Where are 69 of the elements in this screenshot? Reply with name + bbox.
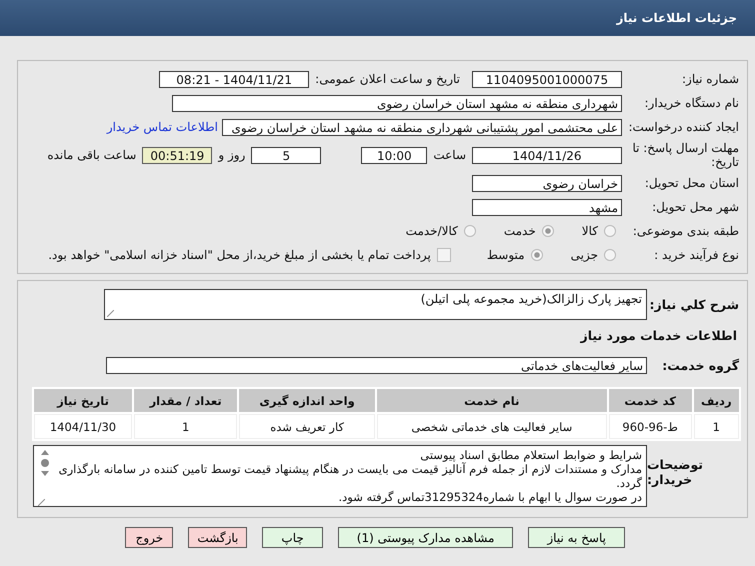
table-cell: 1404/11/30 [34, 414, 132, 439]
action-button[interactable]: بازگشت [188, 527, 248, 548]
page-title: جزئیات اطلاعات نیاز [616, 11, 737, 25]
radio-button[interactable] [530, 249, 543, 261]
description-textarea[interactable] [33, 445, 647, 507]
description-line: شرایط و ضوابط استعلام مطابق اسناد پیوستی [419, 448, 642, 462]
field-label: شماره نیاز: [681, 72, 740, 86]
text-field[interactable]: مشهد [472, 198, 622, 216]
contact-link[interactable]: اطلاعات تماس خریدار [106, 120, 218, 134]
table-cell: ط-96-960 [608, 414, 692, 439]
field-label: شرح کلي نیاز: [648, 297, 740, 312]
text-field[interactable]: 1404/11/26 [472, 146, 622, 164]
column-header: تاریخ نیاز [34, 389, 132, 412]
field-label: توضیحات خریدار: [647, 456, 704, 487]
text-field[interactable]: 1404/11/21 - 08:21 [159, 70, 310, 88]
time-label: ساعت [433, 148, 466, 162]
column-header: نام خدمت [376, 389, 607, 412]
table-cell: 1 [134, 414, 238, 439]
table-cell: 1 [694, 414, 739, 439]
text-field[interactable]: 10:00 [361, 146, 428, 164]
table-cell: سایر فعالیت های خدماتی شخصی [376, 414, 607, 439]
table-cell: کار تعریف شده [239, 414, 375, 439]
option-label: جزیی [570, 248, 598, 262]
column-header: کد خدمت [608, 389, 692, 412]
field-label: مهلت ارسال پاسخ: تا تاریخ: [631, 141, 740, 169]
option-label: کالا [582, 224, 598, 238]
text-field[interactable]: 1104095001000075 [472, 70, 622, 88]
countdown-field: 00:51:19 [142, 146, 212, 164]
scroll-up-icon [41, 450, 49, 455]
remaining-label: ساعت باقی مانده [47, 148, 136, 162]
field-label: نام دستگاه خریدار: [644, 96, 740, 110]
text-field[interactable]: سایر فعالیت‌های خدماتی [106, 356, 647, 374]
column-header: ردیف [694, 389, 739, 412]
radio-button[interactable] [604, 225, 616, 237]
field-label: تاریخ و ساعت اعلان عمومی: [315, 72, 460, 86]
section-heading: اطلاعات خدمات مورد نیاز [579, 327, 738, 345]
resize-grip-icon [38, 499, 45, 506]
summary-text: تجهیز پارک زالزالک(خرید مجموعه پلی اتیلن) [420, 292, 642, 306]
action-button[interactable]: مشاهده مدارک پیوستی (1) [338, 527, 514, 548]
field-label: طبقه بندی موضوعی: [632, 224, 740, 238]
text-field[interactable]: علی محتشمی امور پشتیبانی شهرداری منطقه نه مشهد استان خراسان رضوی [222, 118, 622, 136]
action-button[interactable]: پاسخ به نیاز [528, 527, 625, 548]
text-field[interactable]: خراسان رضوی [472, 174, 622, 192]
resize-grip-icon [107, 310, 114, 317]
field-label: شهر محل تحویل: [651, 200, 740, 214]
checkbox[interactable] [436, 248, 451, 262]
text-field[interactable]: شهرداری منطقه نه مشهد استان خراسان رضوی [172, 94, 622, 112]
scroll-thumb-icon [41, 459, 49, 467]
column-header: واحد اندازه گیری [239, 389, 375, 412]
action-button[interactable]: چاپ [262, 527, 323, 548]
action-button[interactable]: خروج [125, 527, 174, 548]
checkbox-label: پرداخت تمام یا بخشی از مبلغ خرید،از محل "اسناد خزانه اسلامی" خواهد بود. [48, 248, 431, 262]
text-field[interactable]: 5 [251, 146, 322, 164]
option-label: خدمت [504, 224, 536, 238]
description-line: مدارک و مستندات لازم از جمله فرم آنالیز قیمت می بایست در هنگام پیشنهاد قیمت توسط تامین کننده در سامانه بارگذاری گردد. [58, 462, 642, 490]
radio-button[interactable] [542, 225, 554, 237]
summary-textarea[interactable]: تجهیز پارک زالزالک(خرید مجموعه پلی اتیلن) [104, 289, 647, 320]
radio-button[interactable] [604, 249, 616, 261]
radio-button[interactable] [464, 225, 476, 237]
days-label: روز و [218, 148, 246, 162]
column-header: تعداد / مقدار [134, 389, 238, 412]
scroll-down-icon [41, 471, 49, 476]
field-label: نوع فرآیند خرید : [653, 248, 740, 262]
option-label: متوسط [486, 248, 525, 262]
description-line: در صورت سوال یا ابهام با شماره31295324تماس گرفته شود. [338, 490, 642, 504]
option-label: کالا/خدمت [406, 224, 458, 238]
field-label: ایجاد کننده درخواست: [627, 120, 740, 134]
field-label: گروه خدمت: [661, 358, 740, 372]
field-label: استان محل تحویل: [644, 176, 740, 190]
